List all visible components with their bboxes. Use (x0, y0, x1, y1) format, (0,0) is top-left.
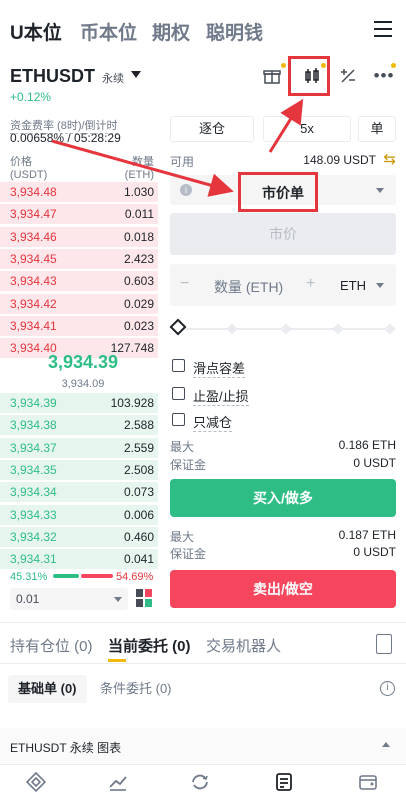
home-icon[interactable] (24, 770, 48, 794)
chart-bar-label: ETHUSDT 永续 图表 (10, 741, 122, 755)
tab-open-orders[interactable]: 当前委托 (0) (108, 635, 191, 656)
subtab-conditional-orders[interactable]: 条件委托 (0) (90, 675, 182, 703)
order-history-icon[interactable] (376, 634, 392, 654)
wallet-icon[interactable] (356, 770, 380, 794)
info-icon[interactable]: i (380, 681, 395, 696)
markets-icon[interactable] (106, 770, 130, 794)
tab-trading-bots[interactable]: 交易机器人 (206, 635, 281, 656)
divider (0, 622, 406, 623)
futures-icon[interactable] (272, 770, 296, 794)
chart-bar[interactable]: ETHUSDT 永续 图表 (0, 728, 406, 764)
expand-chart-icon[interactable] (382, 742, 390, 747)
tab-positions[interactable]: 持有仓位 (0) (10, 635, 93, 656)
subtab-basic-orders[interactable]: 基础单 (0) (8, 675, 87, 703)
active-tab-indicator (108, 659, 126, 662)
bottom-nav (0, 764, 406, 798)
trade-icon[interactable] (188, 770, 212, 794)
divider (0, 663, 406, 664)
